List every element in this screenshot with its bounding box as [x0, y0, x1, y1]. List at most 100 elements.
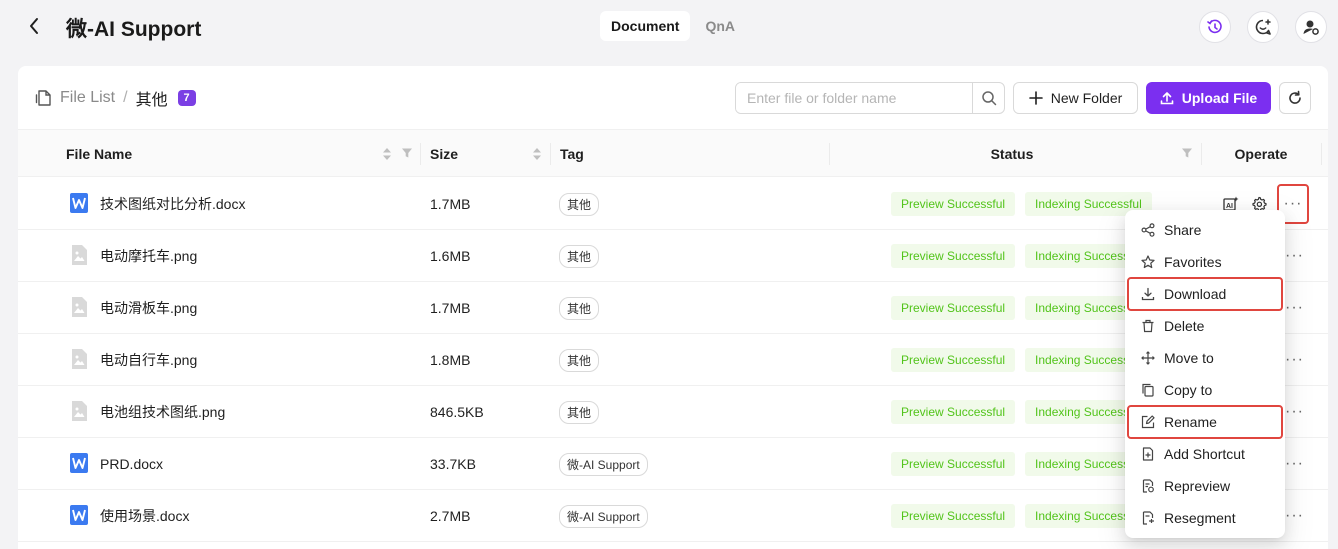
breadcrumb-current: 其他: [135, 92, 168, 109]
status-cell: Preview Successful Indexing Successful: [891, 282, 1152, 334]
history-icon: [1207, 19, 1222, 34]
menu-item-repreview[interactable]: Repreview: [1129, 471, 1281, 501]
sort-icon[interactable]: [382, 147, 392, 161]
status-cell: Preview Successful Indexing Successful: [891, 438, 1152, 490]
refresh-button[interactable]: [1279, 82, 1311, 114]
tag-cell: 其他: [559, 178, 600, 230]
breadcrumb-root[interactable]: File List: [60, 89, 115, 107]
resegment-icon: [1141, 511, 1155, 525]
file-size: 1.8MB: [430, 352, 471, 368]
menu-item-label: Add Shortcut: [1164, 446, 1245, 462]
column-status: Status: [990, 146, 1034, 162]
column-file-name: File Name: [66, 146, 133, 162]
tab-qna[interactable]: QnA: [694, 11, 746, 41]
status-cell: Preview Successful Indexing Successful: [891, 386, 1152, 438]
upload-file-label: Upload File: [1181, 90, 1258, 106]
more-dots-icon: ···: [1285, 247, 1304, 264]
file-size: 1.6MB: [430, 248, 471, 264]
image-icon: [70, 348, 88, 372]
history-button[interactable]: [1199, 11, 1231, 43]
chevron-left-icon: [30, 18, 38, 34]
filter-icon[interactable]: [401, 147, 413, 159]
more-dots-icon: ···: [1285, 507, 1304, 524]
preview-status-badge: Preview Successful: [891, 452, 1016, 476]
more-actions-button[interactable]: ···: [1285, 248, 1304, 264]
breadcrumb: File List / 其他 7: [34, 86, 196, 110]
tag-cell: 其他: [559, 334, 600, 386]
menu-item-rename[interactable]: Rename: [1127, 405, 1283, 439]
file-name[interactable]: 技术图纸对比分析.docx: [100, 194, 245, 214]
column-tag: Tag: [560, 146, 584, 162]
menu-item-share[interactable]: Share: [1129, 215, 1281, 245]
more-dots-icon: ···: [1283, 195, 1303, 212]
file-name-cell: 电动滑板车.png: [70, 282, 197, 334]
tab-document[interactable]: Document: [600, 11, 691, 41]
search-button[interactable]: [972, 83, 1004, 113]
image-icon: [70, 400, 88, 424]
more-actions-button[interactable]: ···: [1285, 404, 1304, 420]
sort-icon[interactable]: [532, 147, 542, 161]
filter-icon[interactable]: [1181, 147, 1193, 159]
more-actions-button[interactable]: ···: [1285, 300, 1304, 316]
repreview-icon: [1141, 479, 1155, 493]
user-settings-icon: [1303, 20, 1319, 35]
refresh-icon: [1289, 90, 1301, 104]
menu-item-move-to[interactable]: Move to: [1129, 343, 1281, 373]
word-doc-icon: [70, 192, 88, 216]
file-tag: 其他: [559, 348, 600, 372]
tag-cell: 微-AI Support: [559, 490, 648, 542]
tag-cell: 其他: [559, 230, 600, 282]
tag-cell: 其他: [559, 282, 600, 334]
file-size: 33.7KB: [430, 456, 476, 472]
file-name-cell: 电池组技术图纸.png: [70, 386, 225, 438]
preview-status-badge: Preview Successful: [891, 400, 1016, 424]
new-chat-button[interactable]: [1247, 11, 1279, 43]
more-dots-icon: ···: [1285, 403, 1304, 420]
status-cell: Preview Successful Indexing Successful: [891, 230, 1152, 282]
upload-icon: [1160, 92, 1174, 105]
menu-item-label: Delete: [1164, 318, 1205, 334]
file-name[interactable]: 电动自行车.png: [100, 350, 197, 370]
more-actions-button[interactable]: ···: [1285, 508, 1304, 524]
word-doc-icon: [70, 504, 88, 528]
menu-item-add-shortcut[interactable]: Add Shortcut: [1129, 439, 1281, 469]
menu-item-delete[interactable]: Delete: [1129, 311, 1281, 341]
tag-cell: 其他: [559, 386, 600, 438]
menu-item-download[interactable]: Download: [1127, 277, 1283, 311]
plus-icon: [1028, 91, 1043, 105]
svg-text:AI: AI: [1226, 203, 1233, 210]
status-cell: Preview Successful Indexing Successful: [891, 490, 1152, 542]
more-dots-icon: ···: [1285, 351, 1304, 368]
file-name[interactable]: 使用场景.docx: [100, 506, 189, 526]
menu-item-favorites[interactable]: Favorites: [1129, 247, 1281, 277]
search-input[interactable]: [736, 83, 972, 113]
word-doc-icon: [70, 452, 88, 476]
user-settings-button[interactable]: [1295, 11, 1327, 43]
preview-status-badge: Preview Successful: [891, 504, 1016, 528]
file-name[interactable]: 电动滑板车.png: [100, 298, 197, 318]
file-name[interactable]: PRD.docx: [100, 456, 163, 472]
preview-status-badge: Preview Successful: [891, 296, 1016, 320]
new-folder-label: New Folder: [1050, 90, 1123, 106]
file-size: 2.7MB: [430, 508, 471, 524]
edit-icon: [1141, 415, 1155, 429]
file-count-badge: 7: [177, 90, 196, 106]
upload-file-button[interactable]: Upload File: [1146, 82, 1271, 114]
file-size: 1.7MB: [430, 196, 471, 212]
file-tag: 其他: [559, 400, 600, 424]
move-icon: [1141, 351, 1155, 365]
file-name-cell: 电动摩托车.png: [70, 230, 197, 282]
more-actions-button[interactable]: ···: [1285, 456, 1304, 472]
new-folder-button[interactable]: New Folder: [1013, 82, 1138, 114]
menu-item-copy-to[interactable]: Copy to: [1129, 375, 1281, 405]
file-name[interactable]: 电池组技术图纸.png: [100, 402, 225, 422]
more-actions-button[interactable]: ···: [1285, 352, 1304, 368]
menu-item-resegment[interactable]: Resegment: [1129, 503, 1281, 533]
file-name-cell: 使用场景.docx: [70, 490, 189, 542]
top-header: 微-AI Support Document QnA: [0, 0, 1338, 56]
menu-item-label: Download: [1164, 286, 1227, 302]
back-button[interactable]: [22, 12, 46, 40]
more-dots-icon: ···: [1285, 299, 1304, 316]
file-name[interactable]: 电动摩托车.png: [100, 246, 197, 266]
file-tag: 其他: [559, 244, 600, 268]
